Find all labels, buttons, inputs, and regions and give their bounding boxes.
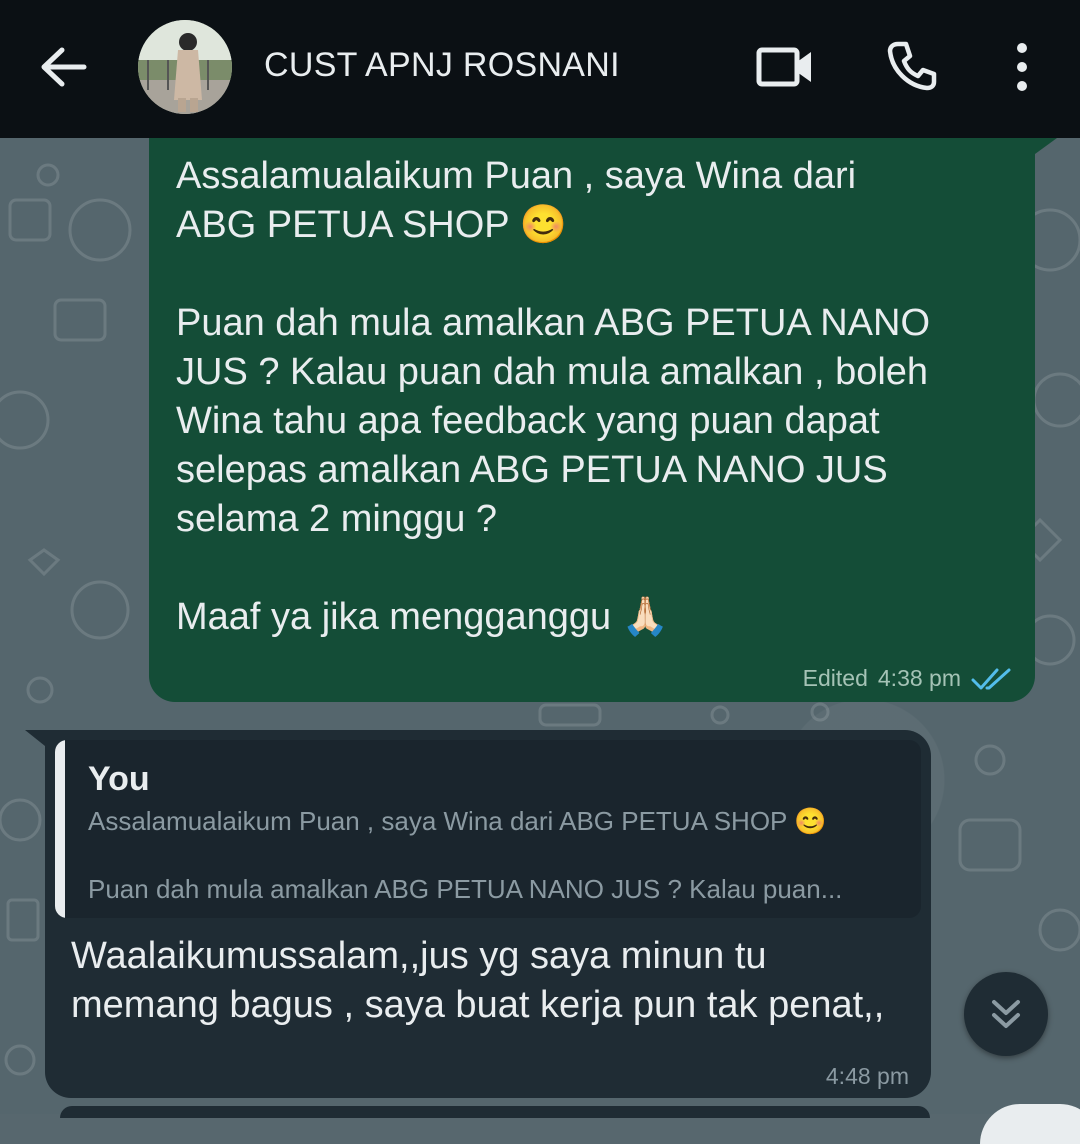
double-chevron-down-icon <box>992 1000 1020 1028</box>
double-check-icon <box>971 668 1011 689</box>
bubble-tail <box>25 730 45 746</box>
avatar[interactable] <box>138 20 232 114</box>
message-text: Assalamualaikum Puan , saya Wina dari AB… <box>176 155 931 638</box>
quoted-message[interactable]: You Assalamualaikum Puan , saya Wina dar… <box>55 740 921 918</box>
contact-name[interactable]: CUST APNJ ROSNANI <box>264 46 620 85</box>
message-text: Waalaikumussalam,,jus yg saya minun tu m… <box>71 935 885 1026</box>
quote-text-line1: Assalamualaikum Puan , saya Wina dari AB… <box>88 806 827 836</box>
quote-author: You <box>88 760 150 798</box>
quote-bar <box>55 740 65 918</box>
chat-header: CUST APNJ ROSNANI <box>0 0 1080 138</box>
message-meta: Edited 4:38 pm <box>803 665 1013 692</box>
next-message-edge <box>60 1106 930 1118</box>
arrow-left-icon[interactable] <box>38 44 90 90</box>
phone-icon[interactable] <box>886 40 938 92</box>
incoming-message[interactable]: You Assalamualaikum Puan , saya Wina dar… <box>25 730 931 1098</box>
outgoing-message[interactable]: Assalamualaikum Puan , saya Wina dari AB… <box>149 138 1057 702</box>
message-time: 4:48 pm <box>825 1063 909 1089</box>
more-vertical-icon[interactable] <box>1008 42 1036 94</box>
edited-label: Edited <box>802 665 868 691</box>
scroll-to-bottom-button[interactable] <box>964 972 1048 1056</box>
bubble-tail <box>1035 138 1057 154</box>
video-call-icon[interactable] <box>756 44 814 90</box>
quote-text-line2: Puan dah mula amalkan ABG PETUA NANO JUS… <box>88 874 843 904</box>
message-time: 4:38 pm <box>877 665 961 691</box>
